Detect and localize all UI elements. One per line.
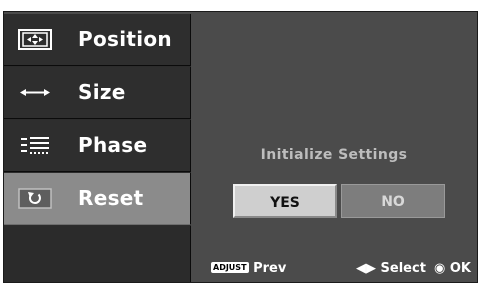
menu-item-reset[interactable]: Reset xyxy=(4,173,191,225)
adjust-badge: ADJUST xyxy=(211,262,249,273)
menu-item-phase[interactable]: Phase xyxy=(4,120,191,172)
ok-label: OK xyxy=(449,261,471,276)
menu-item-label: Size xyxy=(78,80,126,104)
menu-item-position[interactable]: Position xyxy=(4,14,191,66)
position-icon xyxy=(18,29,52,50)
menu-empty-area xyxy=(4,226,191,282)
osd-panel: Position Size Phase Reset Initialize Set… xyxy=(3,11,478,283)
footer-prev: ADJUST Prev xyxy=(211,261,286,276)
select-label: Select xyxy=(380,261,426,276)
yes-button[interactable]: YES xyxy=(233,184,337,218)
menu-item-label: Reset xyxy=(78,186,144,210)
footer-select: ◀▶ Select xyxy=(356,261,426,276)
size-icon xyxy=(20,89,50,96)
reset-icon xyxy=(18,188,52,209)
phase-icon xyxy=(21,137,49,154)
dialog-prompt: Initialize Settings xyxy=(260,147,408,163)
menu-item-label: Position xyxy=(78,27,172,51)
content-area: Initialize Settings YES NO ADJUST Prev ◀… xyxy=(191,14,477,282)
footer-ok: ◉ OK xyxy=(434,261,471,276)
prev-label: Prev xyxy=(253,261,287,276)
left-right-arrow-icon: ◀▶ xyxy=(356,261,376,276)
no-button[interactable]: NO xyxy=(341,184,445,218)
side-menu: Position Size Phase Reset xyxy=(4,14,191,282)
menu-item-label: Phase xyxy=(78,133,148,157)
screen: Position Size Phase Reset Initialize Set… xyxy=(0,0,481,284)
menu-item-size[interactable]: Size xyxy=(4,67,191,119)
ok-circle-icon: ◉ xyxy=(434,261,446,276)
